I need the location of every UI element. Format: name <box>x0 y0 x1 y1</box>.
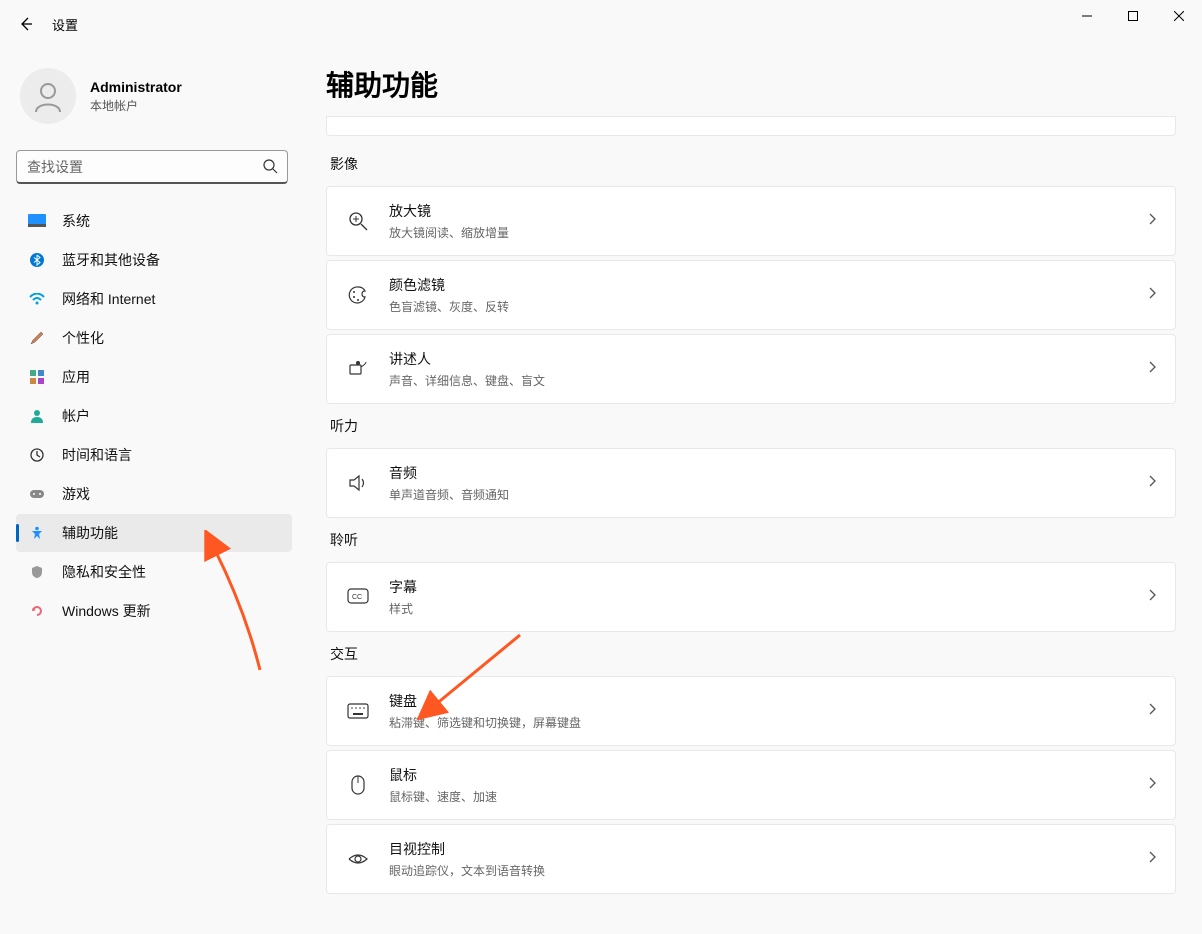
search-input[interactable] <box>16 150 288 184</box>
sidebar-item-label: 网络和 Internet <box>62 289 155 309</box>
page-title: 辅助功能 <box>326 64 1176 104</box>
close-icon <box>1174 11 1184 21</box>
card-title: 颜色滤镜 <box>389 275 1147 295</box>
wifi-icon <box>28 290 46 308</box>
card-narrator[interactable]: 讲述人声音、详细信息、键盘、盲文 <box>326 334 1176 404</box>
sidebar-item-label: Windows 更新 <box>62 601 151 621</box>
sidebar-item-apps[interactable]: 应用 <box>16 358 292 396</box>
chevron-right-icon <box>1147 212 1157 231</box>
collapsed-card[interactable] <box>326 116 1176 136</box>
chevron-right-icon <box>1147 474 1157 493</box>
card-mouse[interactable]: 鼠标鼠标键、速度、加速 <box>326 750 1176 820</box>
card-title: 放大镜 <box>389 201 1147 221</box>
sidebar-item-update[interactable]: Windows 更新 <box>16 592 292 630</box>
card-title: 键盘 <box>389 691 1147 711</box>
back-button[interactable] <box>8 6 44 42</box>
section-heading-vision: 影像 <box>330 154 1176 174</box>
chevron-right-icon <box>1147 588 1157 607</box>
keyboard-icon <box>345 703 371 719</box>
paintbrush-icon <box>28 329 46 347</box>
maximize-icon <box>1128 11 1138 21</box>
svg-text:CC: CC <box>352 594 362 601</box>
card-magnifier[interactable]: 放大镜放大镜阅读、缩放增量 <box>326 186 1176 256</box>
card-sub: 声音、详细信息、键盘、盲文 <box>389 372 1147 389</box>
sidebar-item-privacy[interactable]: 隐私和安全性 <box>16 553 292 591</box>
sidebar-item-personalization[interactable]: 个性化 <box>16 319 292 357</box>
card-sub: 单声道音频、音频通知 <box>389 486 1147 503</box>
chevron-right-icon <box>1147 850 1157 869</box>
app-title: 设置 <box>52 15 78 34</box>
apps-icon <box>28 368 46 386</box>
sidebar-item-label: 个性化 <box>62 328 104 348</box>
user-sub: 本地帐户 <box>90 97 182 114</box>
chevron-right-icon <box>1147 776 1157 795</box>
card-sub: 色盲滤镜、灰度、反转 <box>389 298 1147 315</box>
maximize-button[interactable] <box>1110 0 1156 32</box>
sidebar-item-label: 隐私和安全性 <box>62 562 146 582</box>
card-keyboard[interactable]: 键盘粘滞键、筛选键和切换键，屏幕键盘 <box>326 676 1176 746</box>
accessibility-icon <box>28 524 46 542</box>
card-title: 字幕 <box>389 577 1147 597</box>
sidebar-item-bluetooth[interactable]: 蓝牙和其他设备 <box>16 241 292 279</box>
card-title: 目视控制 <box>389 839 1147 859</box>
person-icon <box>30 78 66 114</box>
card-sub: 样式 <box>389 600 1147 617</box>
sidebar-item-network[interactable]: 网络和 Internet <box>16 280 292 318</box>
chevron-right-icon <box>1147 360 1157 379</box>
user-block[interactable]: Administrator 本地帐户 <box>12 56 296 142</box>
sidebar-item-accessibility[interactable]: 辅助功能 <box>16 514 292 552</box>
card-sub: 放大镜阅读、缩放增量 <box>389 224 1147 241</box>
back-arrow-icon <box>18 16 34 32</box>
sidebar-item-label: 辅助功能 <box>62 523 118 543</box>
clock-icon <box>28 446 46 464</box>
card-audio[interactable]: 音频单声道音频、音频通知 <box>326 448 1176 518</box>
card-sub: 眼动追踪仪，文本到语音转换 <box>389 862 1147 879</box>
card-captions[interactable]: CC 字幕样式 <box>326 562 1176 632</box>
close-button[interactable] <box>1156 0 1202 32</box>
mouse-icon <box>345 774 371 796</box>
cc-icon: CC <box>345 588 371 606</box>
section-heading-interaction: 交互 <box>330 644 1176 664</box>
sidebar: Administrator 本地帐户 系统 蓝牙和其他设备 网络和 Intern… <box>0 48 300 934</box>
shield-icon <box>28 563 46 581</box>
account-icon <box>28 407 46 425</box>
chevron-right-icon <box>1147 702 1157 721</box>
narrator-icon <box>345 358 371 380</box>
sidebar-item-gaming[interactable]: 游戏 <box>16 475 292 513</box>
main-content: 辅助功能 影像 放大镜放大镜阅读、缩放增量 颜色滤镜色盲滤镜、灰度、反转 讲述人… <box>300 48 1202 934</box>
gamepad-icon <box>28 485 46 503</box>
speaker-icon <box>345 472 371 494</box>
sidebar-item-accounts[interactable]: 帐户 <box>16 397 292 435</box>
sidebar-item-label: 系统 <box>62 211 90 231</box>
user-name: Administrator <box>90 79 182 95</box>
card-title: 音频 <box>389 463 1147 483</box>
card-title: 讲述人 <box>389 349 1147 369</box>
sidebar-item-system[interactable]: 系统 <box>16 202 292 240</box>
magnifier-icon <box>345 210 371 232</box>
monitor-icon <box>28 212 46 230</box>
card-color-filter[interactable]: 颜色滤镜色盲滤镜、灰度、反转 <box>326 260 1176 330</box>
update-icon <box>28 602 46 620</box>
sidebar-item-label: 时间和语言 <box>62 445 132 465</box>
card-sub: 粘滞键、筛选键和切换键，屏幕键盘 <box>389 714 1147 731</box>
minimize-button[interactable] <box>1064 0 1110 32</box>
minimize-icon <box>1082 11 1092 21</box>
sidebar-item-label: 蓝牙和其他设备 <box>62 250 160 270</box>
palette-icon <box>345 284 371 306</box>
eye-icon <box>345 851 371 867</box>
sidebar-item-label: 应用 <box>62 367 90 387</box>
avatar <box>20 68 76 124</box>
card-eye-control[interactable]: 目视控制眼动追踪仪，文本到语音转换 <box>326 824 1176 894</box>
section-heading-captions: 聆听 <box>330 530 1176 550</box>
bluetooth-icon <box>28 251 46 269</box>
card-sub: 鼠标键、速度、加速 <box>389 788 1147 805</box>
section-heading-hearing: 听力 <box>330 416 1176 436</box>
search-icon <box>262 158 278 179</box>
sidebar-item-label: 游戏 <box>62 484 90 504</box>
sidebar-item-time[interactable]: 时间和语言 <box>16 436 292 474</box>
sidebar-item-label: 帐户 <box>62 406 90 426</box>
chevron-right-icon <box>1147 286 1157 305</box>
card-title: 鼠标 <box>389 765 1147 785</box>
